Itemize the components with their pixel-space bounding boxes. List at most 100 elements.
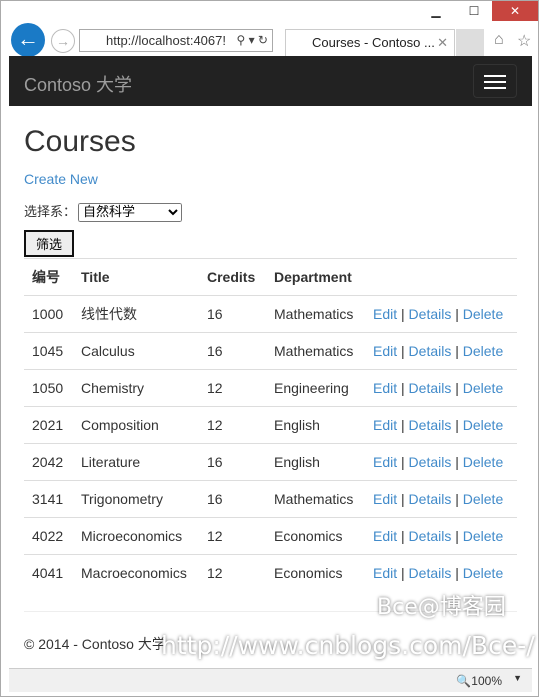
back-button[interactable]: ← (11, 23, 45, 57)
details-link[interactable]: Details (409, 565, 452, 581)
edit-link[interactable]: Edit (373, 306, 397, 322)
edit-link[interactable]: Edit (373, 565, 397, 581)
address-bar[interactable]: http://localhost:4067! ⚲ ▾ ↻ (79, 29, 273, 52)
zoom-text: 100% (471, 674, 502, 688)
delete-link[interactable]: Delete (463, 491, 503, 507)
delete-link[interactable]: Delete (463, 528, 503, 544)
separator: | (401, 491, 405, 507)
create-new-link[interactable]: Create New (24, 171, 98, 187)
brand-link[interactable]: Contoso 大学 (24, 71, 132, 97)
course-credits: 12 (199, 554, 266, 592)
separator: | (401, 528, 405, 544)
course-id: 1045 (24, 332, 73, 370)
home-icon[interactable]: ⌂ (494, 31, 504, 49)
url-text: http://localhost:4067! (106, 33, 226, 48)
table-row: 1000 线性代数 16 Mathematics Edit | Details … (24, 295, 517, 333)
watermark-url: http://www.cnblogs.com/Bce-/ (161, 631, 535, 660)
separator: | (401, 380, 405, 396)
col-header: Title (73, 258, 199, 296)
edit-link[interactable]: Edit (373, 491, 397, 507)
col-header: 编号 (24, 258, 73, 296)
table-row: 4041 Macroeconomics 12 Economics Edit | … (24, 554, 517, 592)
status-bar: 🔍100% ▼ (9, 668, 532, 692)
course-id: 4022 (24, 517, 73, 555)
course-credits: 16 (199, 443, 266, 481)
course-id: 2021 (24, 406, 73, 444)
course-credits: 12 (199, 369, 266, 407)
browser-tab[interactable]: Courses - Contoso ... ✕ (285, 29, 455, 56)
browser-window: ▁ ☐ ✕ ← → http://localhost:4067! ⚲ ▾ ↻ Co… (0, 0, 539, 697)
details-link[interactable]: Details (409, 454, 452, 470)
course-department: English (266, 406, 365, 444)
course-credits: 16 (199, 295, 266, 333)
course-department: Mathematics (266, 332, 365, 370)
course-title: Literature (73, 443, 199, 481)
delete-link[interactable]: Delete (463, 565, 503, 581)
course-title: Calculus (73, 332, 199, 370)
course-department: Economics (266, 554, 365, 592)
separator: | (455, 491, 459, 507)
separator: | (401, 565, 405, 582)
course-title: Composition (73, 406, 199, 444)
separator: | (455, 454, 459, 470)
separator: | (401, 306, 405, 322)
edit-link[interactable]: Edit (373, 417, 397, 433)
edit-link[interactable]: Edit (373, 343, 397, 359)
separator: | (401, 343, 405, 359)
course-id: 2042 (24, 443, 73, 481)
course-id: 4041 (24, 554, 73, 592)
edit-link[interactable]: Edit (373, 528, 397, 544)
watermark: Bce@博客园 (377, 595, 506, 620)
delete-link[interactable]: Delete (463, 343, 503, 359)
course-credits: 12 (199, 517, 266, 555)
course-department: Mathematics (266, 295, 365, 333)
separator: | (455, 343, 459, 359)
delete-link[interactable]: Delete (463, 306, 503, 322)
course-id: 3141 (24, 480, 73, 518)
search-refresh-icons[interactable]: ⚲ ▾ ↻ (236, 30, 268, 51)
details-link[interactable]: Details (409, 306, 452, 322)
zoom-level[interactable]: 🔍100% (456, 674, 502, 688)
details-link[interactable]: Details (409, 528, 452, 544)
separator: | (455, 306, 459, 322)
details-link[interactable]: Details (409, 417, 452, 433)
new-tab-button[interactable] (456, 29, 484, 56)
course-credits: 16 (199, 480, 266, 518)
forward-button[interactable]: → (51, 29, 75, 53)
page-title: Courses (24, 125, 136, 158)
course-title: Chemistry (73, 369, 199, 407)
delete-link[interactable]: Delete (463, 417, 503, 433)
filter-button[interactable]: 筛选 (24, 230, 74, 257)
menu-toggle-button[interactable] (473, 64, 517, 98)
maximize-button[interactable]: ☐ (454, 1, 494, 21)
details-link[interactable]: Details (409, 343, 452, 359)
separator: | (455, 417, 459, 433)
delete-link[interactable]: Delete (463, 454, 503, 470)
tab-title: Courses - Contoso ... (312, 35, 435, 50)
edit-link[interactable]: Edit (373, 454, 397, 470)
edit-link[interactable]: Edit (373, 380, 397, 396)
table-row: 2042 Literature 16 English Edit | Detail… (24, 443, 517, 481)
course-credits: 16 (199, 332, 266, 370)
course-credits: 12 (199, 406, 266, 444)
course-id: 1000 (24, 295, 73, 333)
department-select[interactable]: 自然科学 (78, 203, 183, 222)
course-title: Macroeconomics (73, 554, 199, 592)
course-title: Trigonometry (73, 480, 199, 518)
separator: | (455, 528, 459, 544)
favorites-star-icon[interactable]: ☆ (517, 31, 531, 51)
delete-link[interactable]: Delete (463, 380, 503, 396)
close-tab-icon[interactable]: ✕ (437, 30, 448, 56)
table-row: 2021 Composition 12 English Edit | Detai… (24, 406, 517, 444)
close-window-button[interactable]: ✕ (492, 1, 538, 21)
minimize-button[interactable]: ▁ (416, 1, 456, 21)
separator: | (455, 380, 459, 396)
course-title: 线性代数 (73, 295, 199, 333)
zoom-dropdown-icon[interactable]: ▼ (513, 673, 522, 683)
separator: | (401, 454, 405, 470)
table-row: 3141 Trigonometry 16 Mathematics Edit | … (24, 480, 517, 518)
details-link[interactable]: Details (409, 491, 452, 507)
details-link[interactable]: Details (409, 380, 452, 396)
col-header: Department (266, 258, 365, 296)
separator: | (455, 565, 459, 582)
